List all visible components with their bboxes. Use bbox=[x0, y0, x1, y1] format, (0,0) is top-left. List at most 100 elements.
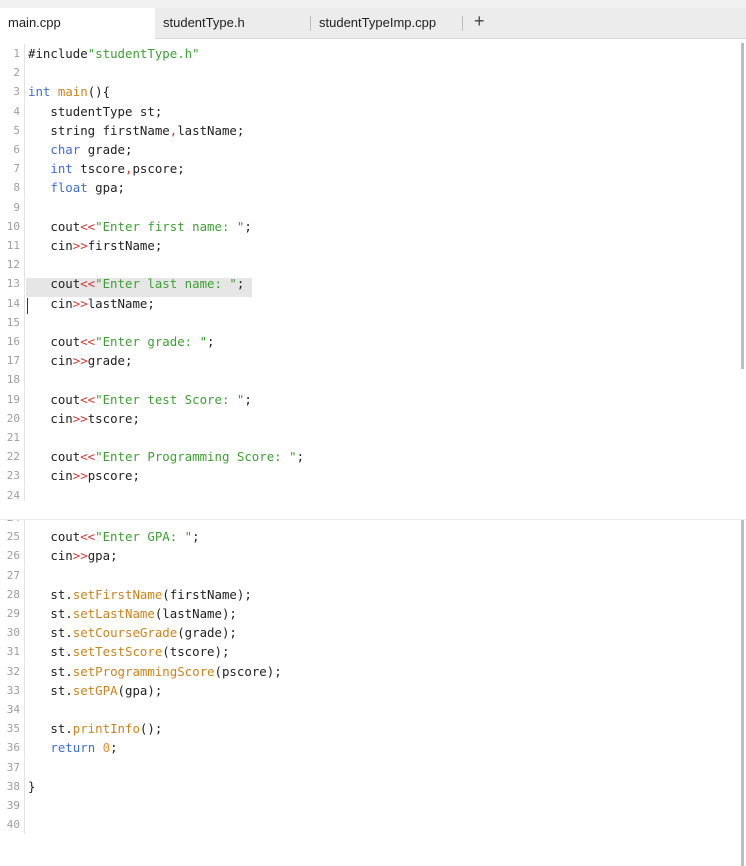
vertical-scrollbar[interactable] bbox=[741, 520, 744, 866]
code-line[interactable]: 16 cout<<"Enter grade: "; bbox=[0, 332, 740, 351]
code-text: cout<<"Enter grade: "; bbox=[28, 334, 215, 349]
gutter-divider bbox=[24, 159, 25, 179]
code-line[interactable]: 35 st.printInfo(); bbox=[0, 719, 740, 739]
code-line[interactable]: 27 bbox=[0, 565, 740, 585]
code-line[interactable]: 19 cout<<"Enter test Score: "; bbox=[0, 389, 740, 409]
code-line[interactable]: 7 int tscore,pscore; bbox=[0, 159, 740, 179]
code-text: cout<<"Enter test Score: "; bbox=[28, 391, 252, 407]
code-line[interactable]: 32 st.setProgrammingScore(pscore); bbox=[0, 661, 740, 681]
gutter-divider bbox=[24, 332, 25, 351]
vertical-scrollbar[interactable] bbox=[741, 43, 744, 369]
tab-label: studentType.h bbox=[163, 15, 245, 30]
code-line[interactable]: 6 char grade; bbox=[0, 140, 740, 159]
line-number: 15 bbox=[6, 315, 20, 329]
line-number: 31 bbox=[6, 645, 20, 659]
gutter-divider bbox=[24, 216, 25, 236]
gutter-divider bbox=[24, 815, 25, 835]
tab-studenttypeimp-cpp[interactable]: studentTypeImp.cpp bbox=[311, 8, 461, 38]
code-text: cout<<"Enter first name: "; bbox=[28, 218, 252, 234]
code-line[interactable]: 29 st.setLastName(lastName); bbox=[0, 604, 740, 623]
gutter-divider bbox=[24, 370, 25, 390]
gutter-divider bbox=[24, 274, 25, 294]
code-text: #include"studentType.h" bbox=[28, 46, 200, 61]
code-line[interactable]: 24 bbox=[0, 520, 740, 527]
gutter-divider bbox=[24, 408, 25, 428]
code-text: cin>>pscore; bbox=[28, 468, 140, 484]
code-line[interactable]: 17 cin>>grade; bbox=[0, 351, 740, 371]
gutter-divider bbox=[24, 700, 25, 719]
code-text: cin>>firstName; bbox=[28, 238, 163, 253]
line-number: 11 bbox=[6, 239, 20, 252]
code-text: studentType st; bbox=[28, 103, 163, 119]
tab-label: main.cpp bbox=[8, 15, 61, 30]
code-line[interactable]: 1 #include"studentType.h" bbox=[0, 44, 740, 63]
code-line[interactable]: 23 cin>>pscore; bbox=[0, 466, 740, 486]
code-line[interactable]: 34 bbox=[0, 700, 740, 719]
code-text: char grade; bbox=[50, 142, 133, 157]
code-text: } bbox=[28, 778, 36, 794]
add-tab-button[interactable]: + bbox=[474, 11, 485, 32]
line-number: 37 bbox=[6, 760, 20, 774]
gutter-divider bbox=[24, 140, 25, 159]
code-editor-top[interactable]: 1 #include"studentType.h" 2 3 int main(){4 s… bbox=[0, 39, 746, 501]
gutter-divider bbox=[24, 447, 25, 467]
code-editor-bottom[interactable]: 2425 cout<<"Enter GPA: ";26 cin>>gpa;272… bbox=[0, 519, 746, 866]
line-number: 38 bbox=[6, 779, 20, 793]
code-text: cin>>lastName; bbox=[28, 295, 155, 311]
code-line[interactable]: 18 bbox=[0, 370, 740, 390]
gutter-divider bbox=[24, 63, 25, 83]
code-line[interactable]: 12 bbox=[0, 255, 740, 275]
code-line[interactable]: 39 bbox=[0, 796, 740, 815]
code-text: st.setCourseGrade(grade); bbox=[28, 625, 237, 641]
code-line[interactable]: 11 cin>>firstName; bbox=[0, 236, 740, 255]
code-line[interactable]: 38} bbox=[0, 776, 740, 796]
code-line[interactable]: 8 float gpa; bbox=[0, 178, 740, 198]
code-text: return 0; bbox=[50, 740, 118, 756]
gutter-divider bbox=[24, 82, 25, 102]
code-text: st.printInfo(); bbox=[28, 721, 163, 737]
code-line[interactable]: 37 bbox=[0, 757, 740, 777]
tab-studenttype-h[interactable]: studentType.h bbox=[155, 8, 310, 38]
line-number: 9 bbox=[13, 200, 20, 214]
code-line[interactable]: 31 st.setTestScore(tscore); bbox=[0, 642, 740, 662]
code-line[interactable]: 25 cout<<"Enter GPA: "; bbox=[0, 527, 740, 547]
gutter-divider bbox=[24, 661, 25, 681]
code-text: cin>>gpa; bbox=[28, 548, 118, 564]
code-line[interactable]: 26 cin>>gpa; bbox=[0, 546, 740, 566]
code-text: cout<<"Enter Programming Score: "; bbox=[28, 449, 305, 465]
gutter-divider bbox=[24, 796, 25, 815]
code-line[interactable]: 24 bbox=[0, 485, 740, 501]
window-top-strip bbox=[0, 0, 746, 8]
line-number: 17 bbox=[6, 354, 20, 368]
code-line[interactable]: 22 cout<<"Enter Programming Score: "; bbox=[0, 447, 740, 467]
gutter-divider bbox=[24, 623, 25, 643]
code-line[interactable]: 30 st.setCourseGrade(grade); bbox=[0, 623, 740, 643]
gutter-divider bbox=[24, 584, 25, 604]
code-line[interactable]: 28 st.setFirstName(firstName); bbox=[0, 584, 740, 604]
code-line[interactable]: 5 string firstName,lastName; bbox=[0, 120, 740, 140]
gutter-divider bbox=[24, 428, 25, 447]
code-line[interactable]: 15 bbox=[0, 312, 740, 332]
line-number: 13 bbox=[6, 277, 20, 291]
code-text: int main(){ bbox=[28, 84, 111, 100]
line-number: 26 bbox=[6, 549, 20, 563]
tab-main-cpp[interactable]: main.cpp bbox=[0, 8, 155, 39]
code-line[interactable]: 21 bbox=[0, 428, 740, 447]
code-line[interactable]: 13 cout<<"Enter last name: "; bbox=[0, 274, 740, 294]
gutter-divider bbox=[24, 719, 25, 739]
code-line[interactable]: 4 studentType st; bbox=[0, 101, 740, 121]
code-line[interactable]: 2 bbox=[0, 63, 740, 83]
code-line[interactable]: 14 cin>>lastName; bbox=[0, 293, 740, 313]
code-line[interactable]: 36 return 0; bbox=[0, 738, 740, 758]
code-text: float gpa; bbox=[50, 180, 126, 196]
code-line[interactable]: 10 cout<<"Enter first name: "; bbox=[0, 216, 740, 236]
gutter-divider bbox=[24, 197, 25, 217]
code-text: string firstName,lastName; bbox=[28, 122, 245, 138]
gutter-divider bbox=[24, 776, 25, 796]
code-text: cin>>grade; bbox=[28, 353, 133, 369]
code-line[interactable]: 9 bbox=[0, 197, 740, 217]
code-line[interactable]: 20 cin>>tscore; bbox=[0, 408, 740, 428]
code-line[interactable]: 33 st.setGPA(gpa); bbox=[0, 680, 740, 700]
code-line[interactable]: 3 int main(){ bbox=[0, 82, 740, 102]
code-line[interactable]: 40 bbox=[0, 815, 740, 835]
